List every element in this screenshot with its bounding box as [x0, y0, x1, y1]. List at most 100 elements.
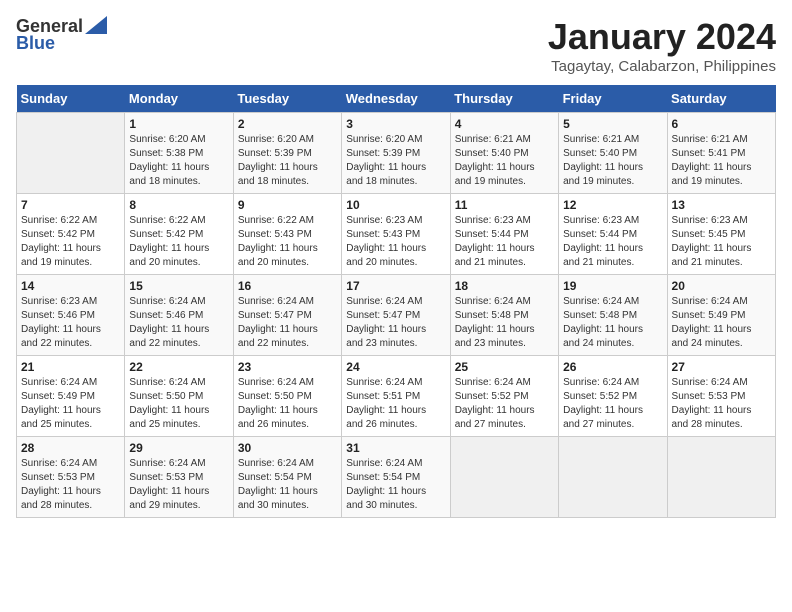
day-number: 4	[455, 117, 554, 131]
day-info: Sunrise: 6:24 AM Sunset: 5:53 PM Dayligh…	[21, 457, 120, 513]
calendar-cell: 24 Sunrise: 6:24 AM Sunset: 5:51 PM Dayli…	[342, 356, 450, 437]
calendar-cell: 13 Sunrise: 6:23 AM Sunset: 5:45 PM Dayli…	[667, 194, 775, 275]
calendar-cell: 18Sunrise: 6:24 AM Sunset: 5:48 PM Dayli…	[450, 275, 558, 356]
week-row-4: 21 Sunrise: 6:24 AM Sunset: 5:49 PM Dayli…	[17, 356, 776, 437]
title-area: January 2024 Tagaytay, Calabarzon, Phili…	[548, 16, 776, 75]
calendar-cell: 4 Sunrise: 6:21 AM Sunset: 5:40 PM Daylig…	[450, 113, 558, 194]
day-number: 24	[346, 360, 445, 374]
day-number: 8	[129, 198, 228, 212]
calendar-cell	[17, 113, 125, 194]
calendar-cell: 26Sunrise: 6:24 AM Sunset: 5:52 PM Dayli…	[559, 356, 667, 437]
week-row-5: 28 Sunrise: 6:24 AM Sunset: 5:53 PM Dayli…	[17, 437, 776, 518]
calendar-cell: 20Sunrise: 6:24 AM Sunset: 5:49 PM Dayli…	[667, 275, 775, 356]
calendar-cell: 16 Sunrise: 6:24 AM Sunset: 5:47 PM Dayli…	[233, 275, 341, 356]
calendar-cell: 19 Sunrise: 6:24 AM Sunset: 5:48 PM Dayli…	[559, 275, 667, 356]
day-info: Sunrise: 6:24 AM Sunset: 5:47 PM Dayligh…	[238, 295, 337, 351]
day-number: 25	[455, 360, 554, 374]
day-info: Sunrise: 6:23 AM Sunset: 5:44 PM Dayligh…	[563, 214, 662, 270]
calendar-cell	[667, 437, 775, 518]
calendar-cell	[559, 437, 667, 518]
day-number: 31	[346, 441, 445, 455]
calendar-cell: 14 Sunrise: 6:23 AM Sunset: 5:46 PM Dayli…	[17, 275, 125, 356]
day-info: Sunrise: 6:24 AM Sunset: 5:46 PM Dayligh…	[129, 295, 228, 351]
day-info: Sunrise: 6:20 AM Sunset: 5:39 PM Dayligh…	[238, 133, 337, 189]
day-number: 19	[563, 279, 662, 293]
day-number: 14	[21, 279, 120, 293]
day-number: 9	[238, 198, 337, 212]
calendar-cell: 17 Sunrise: 6:24 AM Sunset: 5:47 PM Dayli…	[342, 275, 450, 356]
day-info: Sunrise: 6:22 AM Sunset: 5:43 PM Dayligh…	[238, 214, 337, 270]
day-info: Sunrise: 6:24 AM Sunset: 5:50 PM Dayligh…	[238, 376, 337, 432]
day-info: Sunrise: 6:24 AM Sunset: 5:51 PM Dayligh…	[346, 376, 445, 432]
day-info: Sunrise: 6:22 AM Sunset: 5:42 PM Dayligh…	[129, 214, 228, 270]
day-info: Sunrise: 6:22 AM Sunset: 5:42 PM Dayligh…	[21, 214, 120, 270]
calendar-cell: 3Sunrise: 6:20 AM Sunset: 5:39 PM Daylig…	[342, 113, 450, 194]
day-number: 30	[238, 441, 337, 455]
day-info: Sunrise: 6:23 AM Sunset: 5:43 PM Dayligh…	[346, 214, 445, 270]
header-friday: Friday	[559, 85, 667, 113]
day-info: Sunrise: 6:24 AM Sunset: 5:53 PM Dayligh…	[672, 376, 771, 432]
calendar-cell: 28 Sunrise: 6:24 AM Sunset: 5:53 PM Dayli…	[17, 437, 125, 518]
day-info: Sunrise: 6:20 AM Sunset: 5:38 PM Dayligh…	[129, 133, 228, 189]
week-row-3: 14 Sunrise: 6:23 AM Sunset: 5:46 PM Dayli…	[17, 275, 776, 356]
day-number: 2	[238, 117, 337, 131]
calendar-cell: 21 Sunrise: 6:24 AM Sunset: 5:49 PM Dayli…	[17, 356, 125, 437]
calendar-cell: 30Sunrise: 6:24 AM Sunset: 5:54 PM Dayli…	[233, 437, 341, 518]
day-number: 23	[238, 360, 337, 374]
day-info: Sunrise: 6:24 AM Sunset: 5:48 PM Dayligh…	[455, 295, 554, 351]
day-number: 11	[455, 198, 554, 212]
calendar-table: SundayMondayTuesdayWednesdayThursdayFrid…	[16, 85, 776, 518]
day-info: Sunrise: 6:24 AM Sunset: 5:49 PM Dayligh…	[672, 295, 771, 351]
day-number: 29	[129, 441, 228, 455]
calendar-cell: 5 Sunrise: 6:21 AM Sunset: 5:40 PM Daylig…	[559, 113, 667, 194]
calendar-cell: 7Sunrise: 6:22 AM Sunset: 5:42 PM Daylig…	[17, 194, 125, 275]
calendar-cell: 11 Sunrise: 6:23 AM Sunset: 5:44 PM Dayli…	[450, 194, 558, 275]
day-info: Sunrise: 6:21 AM Sunset: 5:40 PM Dayligh…	[455, 133, 554, 189]
day-info: Sunrise: 6:21 AM Sunset: 5:40 PM Dayligh…	[563, 133, 662, 189]
week-row-2: 7Sunrise: 6:22 AM Sunset: 5:42 PM Daylig…	[17, 194, 776, 275]
day-number: 17	[346, 279, 445, 293]
calendar-cell: 27Sunrise: 6:24 AM Sunset: 5:53 PM Dayli…	[667, 356, 775, 437]
header-thursday: Thursday	[450, 85, 558, 113]
calendar-cell: 29 Sunrise: 6:24 AM Sunset: 5:53 PM Dayli…	[125, 437, 233, 518]
day-number: 21	[21, 360, 120, 374]
day-info: Sunrise: 6:24 AM Sunset: 5:48 PM Dayligh…	[563, 295, 662, 351]
day-info: Sunrise: 6:23 AM Sunset: 5:44 PM Dayligh…	[455, 214, 554, 270]
day-number: 22	[129, 360, 228, 374]
day-number: 28	[21, 441, 120, 455]
header-saturday: Saturday	[667, 85, 775, 113]
day-number: 12	[563, 198, 662, 212]
header-monday: Monday	[125, 85, 233, 113]
calendar-cell: 6 Sunrise: 6:21 AM Sunset: 5:41 PM Daylig…	[667, 113, 775, 194]
logo-icon	[85, 16, 107, 34]
day-info: Sunrise: 6:24 AM Sunset: 5:47 PM Dayligh…	[346, 295, 445, 351]
calendar-cell	[450, 437, 558, 518]
calendar-cell: 12 Sunrise: 6:23 AM Sunset: 5:44 PM Dayli…	[559, 194, 667, 275]
day-number: 1	[129, 117, 228, 131]
logo: General Blue	[16, 16, 107, 54]
calendar-cell: 2 Sunrise: 6:20 AM Sunset: 5:39 PM Daylig…	[233, 113, 341, 194]
logo-blue-text: Blue	[16, 33, 55, 54]
calendar-subtitle: Tagaytay, Calabarzon, Philippines	[548, 58, 776, 75]
calendar-cell: 10 Sunrise: 6:23 AM Sunset: 5:43 PM Dayli…	[342, 194, 450, 275]
day-info: Sunrise: 6:21 AM Sunset: 5:41 PM Dayligh…	[672, 133, 771, 189]
day-number: 16	[238, 279, 337, 293]
day-number: 26	[563, 360, 662, 374]
day-number: 6	[672, 117, 771, 131]
day-info: Sunrise: 6:23 AM Sunset: 5:46 PM Dayligh…	[21, 295, 120, 351]
calendar-cell: 8 Sunrise: 6:22 AM Sunset: 5:42 PM Daylig…	[125, 194, 233, 275]
day-number: 5	[563, 117, 662, 131]
day-number: 10	[346, 198, 445, 212]
day-info: Sunrise: 6:24 AM Sunset: 5:53 PM Dayligh…	[129, 457, 228, 513]
week-row-1: 1 Sunrise: 6:20 AM Sunset: 5:38 PM Daylig…	[17, 113, 776, 194]
header-tuesday: Tuesday	[233, 85, 341, 113]
calendar-cell: 1 Sunrise: 6:20 AM Sunset: 5:38 PM Daylig…	[125, 113, 233, 194]
day-number: 3	[346, 117, 445, 131]
day-info: Sunrise: 6:24 AM Sunset: 5:52 PM Dayligh…	[455, 376, 554, 432]
day-info: Sunrise: 6:24 AM Sunset: 5:49 PM Dayligh…	[21, 376, 120, 432]
header-sunday: Sunday	[17, 85, 125, 113]
calendar-title: January 2024	[548, 16, 776, 58]
day-info: Sunrise: 6:24 AM Sunset: 5:50 PM Dayligh…	[129, 376, 228, 432]
day-info: Sunrise: 6:23 AM Sunset: 5:45 PM Dayligh…	[672, 214, 771, 270]
day-number: 13	[672, 198, 771, 212]
